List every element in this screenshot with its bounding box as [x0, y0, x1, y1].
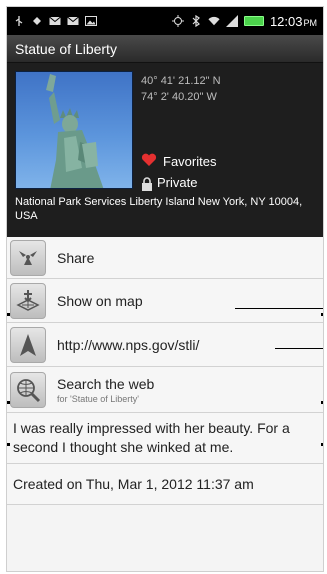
annotation-line: [235, 308, 323, 309]
longitude: 74° 2' 40.20" W: [141, 91, 217, 103]
edge-marker: [321, 443, 323, 446]
website-row[interactable]: http://www.nps.gov/stli/: [7, 323, 323, 367]
bluetooth-icon: [190, 15, 202, 27]
private-toggle[interactable]: Private: [141, 175, 198, 191]
show-on-map-label: Show on map: [57, 292, 143, 309]
usb-icon: [13, 15, 25, 27]
battery-icon: [243, 16, 264, 26]
share-row[interactable]: Share: [7, 237, 323, 279]
heart-icon: [141, 153, 157, 170]
search-web-subtitle: for 'Statue of Liberty': [57, 393, 139, 404]
show-on-map-row[interactable]: Show on map: [7, 279, 323, 323]
statue-image: [46, 74, 104, 188]
signal-icon: [225, 15, 238, 27]
favorites-toggle[interactable]: Favorites: [141, 153, 216, 170]
search-web-row[interactable]: Search the web for 'Statue of Liberty': [7, 367, 323, 413]
website-link[interactable]: http://www.nps.gov/stli/: [57, 337, 199, 353]
navigate-arrow-icon: [10, 326, 46, 363]
private-label: Private: [157, 175, 198, 190]
annotation-line: [275, 348, 323, 349]
search-web-label: Search the web: [57, 375, 155, 392]
action-list: Share Show on map http://www.nps.gov/stl…: [7, 237, 323, 505]
mail-icon: [49, 15, 61, 27]
place-photo[interactable]: [15, 71, 133, 189]
clock: 12:03PM: [269, 13, 317, 29]
latitude: 40° 41' 21.12" N: [141, 75, 221, 87]
map-pin-icon: [10, 282, 46, 319]
mail-icon: [67, 15, 79, 27]
note-text: I was really impressed with her beauty. …: [7, 413, 323, 464]
edge-marker: [7, 313, 10, 316]
page-title: Statue of Liberty: [15, 40, 117, 57]
page-title-bar: Statue of Liberty: [7, 35, 323, 63]
android-icon: [31, 15, 43, 27]
share-icon: [10, 239, 46, 276]
status-bar: 12:03PM: [7, 7, 323, 35]
created-date: Created on Thu, Mar 1, 2012 11:37 am: [7, 464, 323, 505]
favorites-label: Favorites: [163, 154, 217, 169]
address: National Park Services Liberty Island Ne…: [15, 196, 303, 222]
share-label: Share: [57, 249, 95, 266]
place-header: 40° 41' 21.12" N 74° 2' 40.20" W Favorit…: [7, 63, 323, 237]
lock-icon: [141, 176, 152, 191]
phone-screen: 12:03PM Statue of Liberty 40° 41' 21.12"…: [6, 6, 324, 572]
web-search-icon: [10, 371, 46, 408]
edge-marker: [321, 401, 323, 404]
picture-icon: [85, 15, 97, 27]
coordinates: 40° 41' 21.12" N 74° 2' 40.20" W: [141, 73, 221, 105]
edge-marker: [321, 313, 323, 316]
edge-marker: [7, 443, 10, 446]
edge-marker: [7, 401, 10, 404]
gps-icon: [171, 15, 184, 27]
wifi-icon: [208, 15, 220, 27]
